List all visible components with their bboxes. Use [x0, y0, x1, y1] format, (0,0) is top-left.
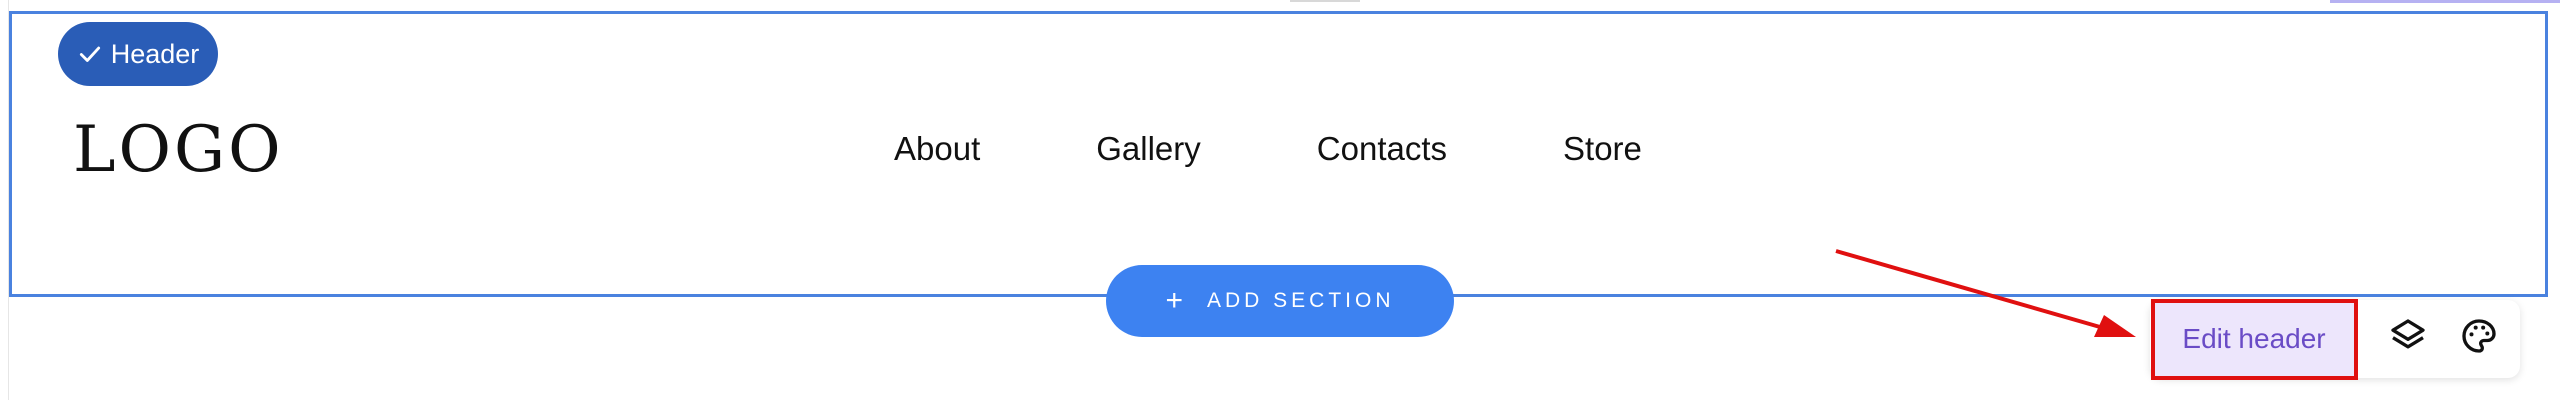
site-navigation: About Gallery Contacts Store: [894, 130, 1642, 168]
add-section-label: ADD SECTION: [1207, 289, 1395, 312]
editor-canvas: Header LOGO About Gallery Contacts Store…: [0, 0, 2560, 400]
site-logo[interactable]: LOGO: [73, 113, 284, 187]
annotation-highlight-box: [2151, 299, 2358, 380]
add-section-button[interactable]: + ADD SECTION: [1106, 265, 1454, 337]
canvas-top-divider: [1290, 0, 1360, 2]
palette-icon[interactable]: [2459, 316, 2499, 356]
layers-icon[interactable]: [2388, 316, 2428, 356]
nav-item-about[interactable]: About: [894, 130, 980, 168]
canvas-top-accent: [2330, 0, 2560, 3]
header-section-badge[interactable]: Header: [58, 22, 218, 86]
nav-item-store[interactable]: Store: [1563, 130, 1642, 168]
nav-item-gallery[interactable]: Gallery: [1096, 130, 1201, 168]
check-icon: [79, 46, 100, 62]
nav-item-contacts[interactable]: Contacts: [1317, 130, 1447, 168]
header-badge-label: Header: [110, 38, 200, 69]
plus-icon: +: [1165, 284, 1183, 317]
